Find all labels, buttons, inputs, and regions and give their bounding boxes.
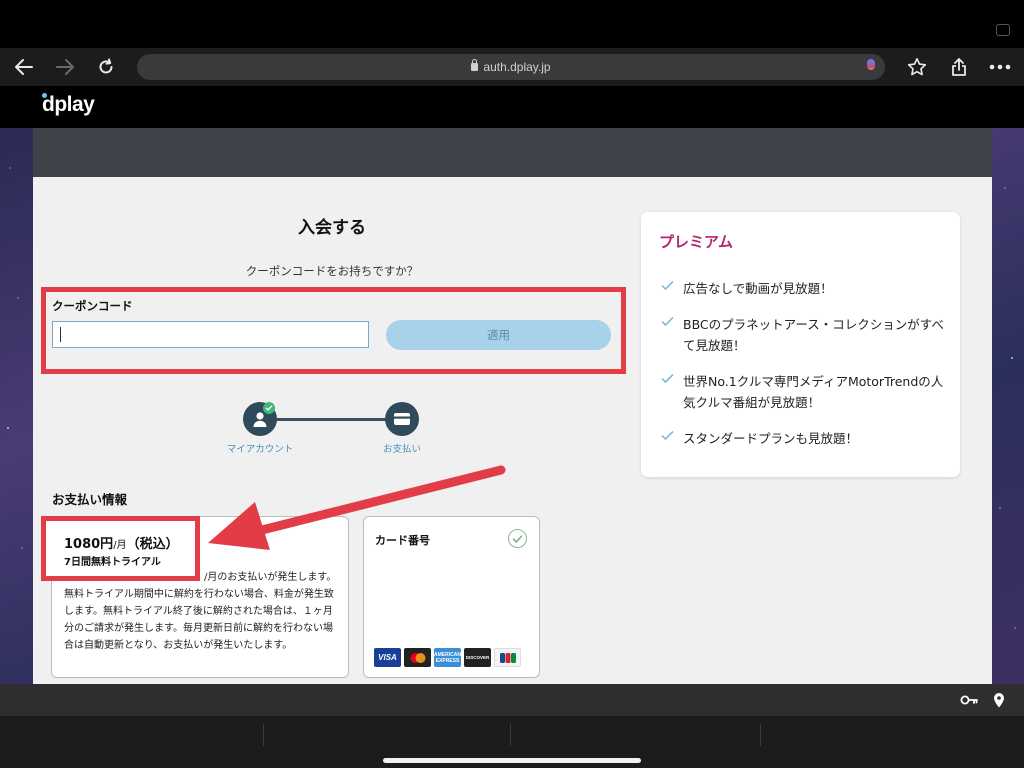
- coupon-question: クーポンコードをお持ちですか？: [245, 264, 419, 278]
- reload-button[interactable]: [90, 48, 122, 86]
- amex-logo-icon: AMERICAN EXPRESS: [434, 648, 461, 667]
- step-label-my-account: マイアカウント: [226, 444, 294, 455]
- location-button[interactable]: [993, 692, 1005, 712]
- url-text: auth.dplay.jp: [483, 60, 551, 74]
- card-brand-list: VISA AMERICAN EXPRESS DISCOVER: [374, 648, 521, 667]
- home-indicator[interactable]: [383, 758, 641, 763]
- card-number-label: カード番号: [375, 534, 430, 547]
- premium-feature-text: BBCのプラネットアース・コレクションがすべて見放題！: [683, 317, 944, 353]
- premium-feature-item: 広告なしで動画が見放題！: [661, 278, 951, 299]
- site-header: dplay: [0, 86, 1024, 128]
- panel-header-band: [33, 128, 992, 177]
- premium-feature-item: スタンダードプランも見放題！: [661, 428, 951, 449]
- forward-button[interactable]: [49, 48, 81, 86]
- step-complete-check-icon: [263, 402, 275, 414]
- divider: [510, 724, 511, 746]
- premium-title: プレミアム: [659, 233, 733, 251]
- keyboard-accessory-bar: [0, 684, 1024, 716]
- premium-feature-text: 広告なしで動画が見放題！: [683, 281, 833, 296]
- premium-feature-list: 広告なしで動画が見放題！ BBCのプラネットアース・コレクションがすべて見放題！…: [661, 278, 951, 464]
- location-pin-icon: [994, 693, 1004, 708]
- price-amount-hl: 1080円: [64, 537, 114, 552]
- password-key-button[interactable]: [960, 692, 978, 711]
- lock-icon: [471, 59, 479, 71]
- share-icon: [952, 58, 966, 76]
- price-tax-hl: （税込）: [126, 537, 179, 552]
- check-icon: [661, 373, 674, 384]
- address-bar[interactable]: auth.dplay.jp: [137, 54, 885, 80]
- premium-feature-text: スタンダードプランも見放題！: [683, 431, 859, 446]
- reload-icon: [99, 58, 113, 74]
- microphone-icon[interactable]: [867, 59, 875, 75]
- premium-feature-item: BBCのプラネットアース・コレクションがすべて見放題！: [661, 314, 951, 356]
- plan-price-highlighted: 1080円/月（税込）: [64, 533, 179, 552]
- share-button[interactable]: [943, 48, 975, 86]
- price-per-month-hl: /月: [113, 540, 127, 551]
- more-icon: [989, 64, 1011, 70]
- bookmark-button[interactable]: [901, 48, 933, 86]
- logo-text: dplay: [42, 93, 95, 116]
- premium-feature-item: 世界No.1クルマ専門メディアMotorTrendの人気クルマ番組が見放題！: [661, 371, 951, 413]
- premium-feature-text: 世界No.1クルマ専門メディアMotorTrendの人気クルマ番組が見放題！: [683, 374, 944, 410]
- logo-dot: [42, 93, 47, 98]
- step-label-payment: お支払い: [382, 444, 421, 455]
- star-icon: [907, 58, 927, 76]
- step-payment: [385, 402, 419, 436]
- visa-logo-icon: VISA: [374, 648, 401, 667]
- divider: [263, 724, 264, 746]
- payment-info-title: お支払い情報: [52, 492, 128, 507]
- back-icon: [15, 59, 33, 75]
- mastercard-logo-icon: [404, 648, 431, 667]
- step-connector: [260, 418, 402, 421]
- jcb-logo-icon: [494, 648, 521, 667]
- check-icon: [661, 280, 674, 291]
- back-button[interactable]: [8, 48, 40, 86]
- page-title: 入会する: [298, 218, 366, 238]
- discover-logo-icon: DISCOVER: [464, 648, 491, 667]
- plan-description-rest: す。無料トライアル期間中に解約を行わない場合、料金が発生致します。無料トライアル…: [64, 572, 337, 651]
- trial-label-highlighted: 7日間無料トライアル: [64, 557, 161, 568]
- more-button[interactable]: [984, 48, 1016, 86]
- status-bar: [0, 0, 1024, 48]
- key-icon: [960, 695, 978, 705]
- credit-card-icon: [394, 413, 410, 425]
- amex-text: AMERICAN EXPRESS: [434, 651, 461, 664]
- plan-description: /月のお支払いが発生します。無料トライアル期間中に解約を行わない場合、料金が発生…: [64, 569, 342, 654]
- check-icon: [661, 316, 674, 327]
- forward-icon: [56, 59, 74, 75]
- card-selected-check-icon: [508, 529, 527, 548]
- divider: [760, 724, 761, 746]
- check-icon: [661, 430, 674, 441]
- dplay-logo[interactable]: dplay: [42, 93, 95, 117]
- highlight-box-coupon: [41, 287, 626, 374]
- battery-icon: [996, 24, 1010, 36]
- browser-toolbar: auth.dplay.jp: [0, 48, 1024, 86]
